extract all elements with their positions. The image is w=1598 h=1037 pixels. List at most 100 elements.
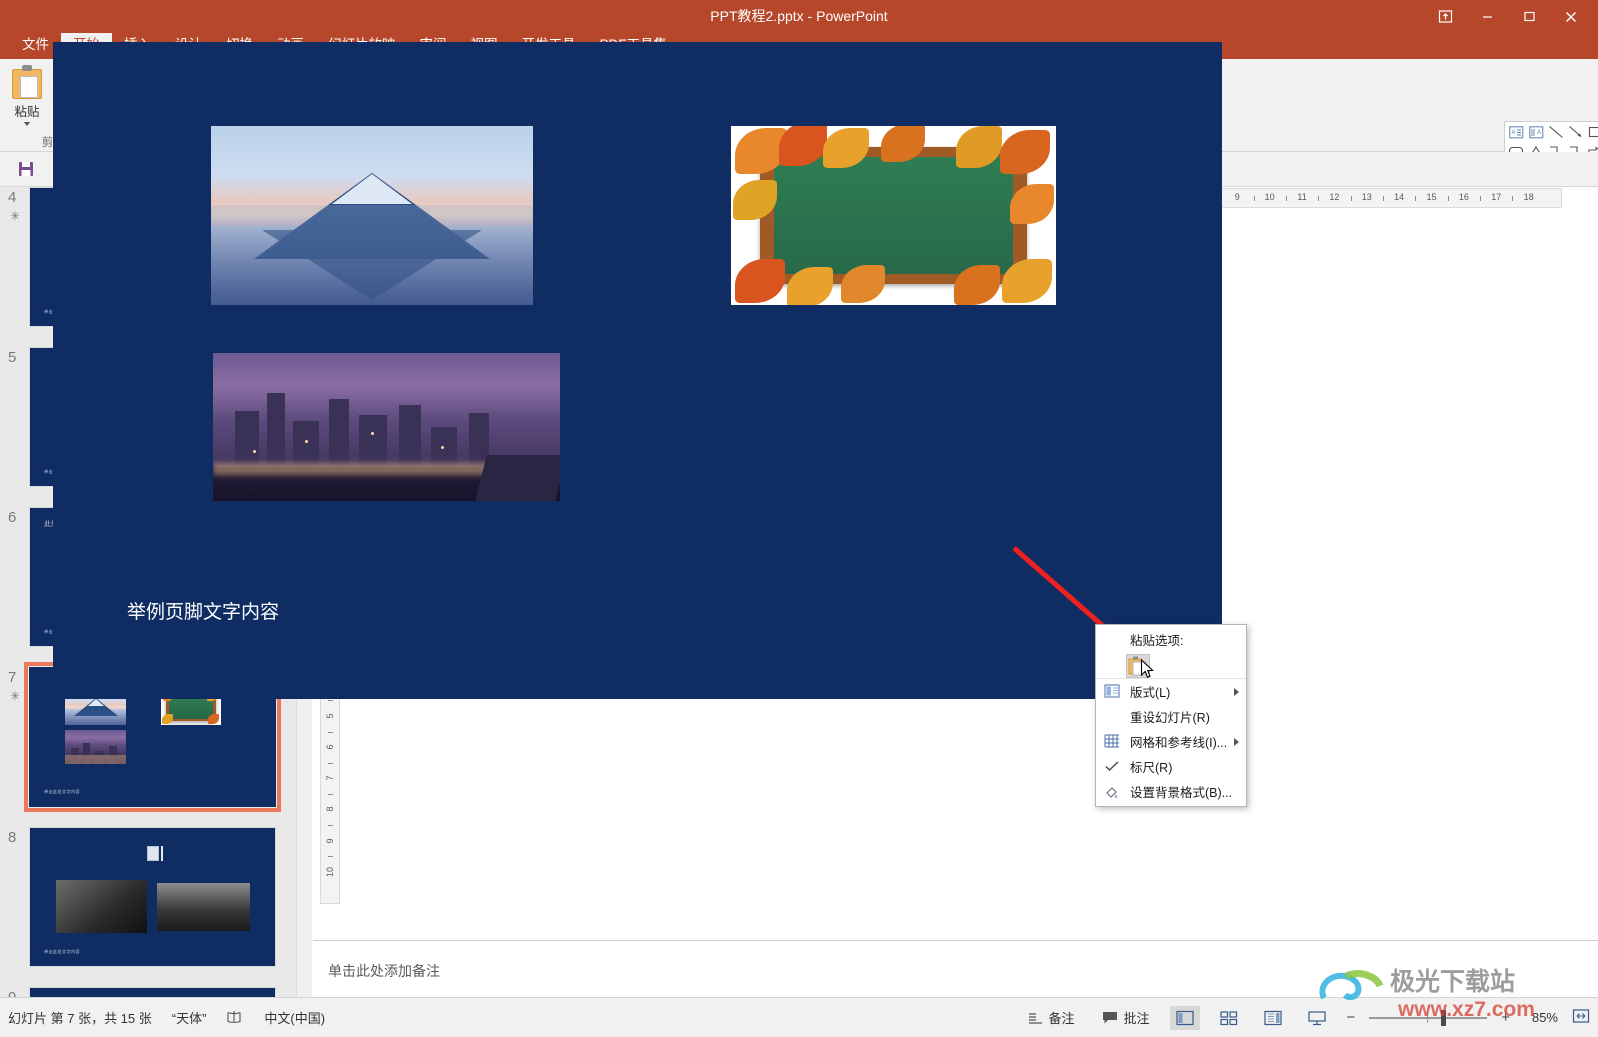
zoom-level-label[interactable]: 85%	[1524, 1010, 1558, 1025]
zoom-out-button[interactable]: −	[1346, 1009, 1355, 1026]
slide-footer-text[interactable]: 举例页脚文字内容	[127, 597, 279, 624]
paste-label: 粘贴	[14, 105, 40, 119]
notes-icon	[1029, 1012, 1043, 1024]
context-menu-item-grid-and-guides[interactable]: 网格和参考线(I)...	[1096, 729, 1246, 754]
ribbon-display-options-icon[interactable]	[1424, 0, 1466, 33]
ruler-tick-mark	[1480, 196, 1482, 201]
mountain-lake-photo[interactable]	[211, 126, 533, 305]
rectangle-shape-icon[interactable]	[1587, 123, 1598, 141]
vertical-text-box-shape-icon[interactable]: A	[1527, 123, 1545, 141]
slide-show-view-button[interactable]	[1302, 1006, 1332, 1030]
minimize-icon[interactable]	[1466, 0, 1508, 33]
accessibility-checker-icon[interactable]	[226, 1009, 244, 1027]
chalkboard-surface	[773, 156, 1014, 275]
animation-star-icon: ✳	[10, 209, 21, 223]
close-icon[interactable]	[1550, 0, 1592, 33]
ruler-tick-label: 14	[1394, 192, 1405, 202]
text-box-shape-icon[interactable]: A	[1507, 123, 1525, 141]
ruler-tick-mark	[1447, 196, 1449, 201]
thumbnail-number: 4	[8, 189, 17, 206]
ruler-tick-mark	[328, 825, 333, 827]
thumbnail-item-9[interactable]: 9	[0, 987, 296, 997]
line-shape-icon[interactable]	[1547, 123, 1565, 141]
context-menu-header: 粘贴选项:	[1130, 634, 1184, 648]
city-night-photo[interactable]	[213, 353, 560, 501]
layout-icon	[1104, 683, 1120, 700]
thumbnail-footer: 单击此处文字内容	[44, 949, 80, 954]
animation-star-icon: ✳	[10, 689, 21, 703]
submenu-arrow-icon	[1234, 687, 1239, 696]
ruler-tick-mark	[1350, 196, 1352, 201]
chalkboard-autumn-photo[interactable]	[731, 126, 1056, 305]
thumbnail-slide[interactable]: 单击此处文字内容	[29, 827, 276, 967]
grid-icon	[1104, 734, 1120, 750]
ruler-tick-label: 18	[1523, 192, 1534, 202]
thumbnail-number: 9	[8, 989, 16, 997]
ruler-tick-mark	[328, 762, 333, 764]
context-menu-item-reset-slide[interactable]: 重设幻灯片(R)	[1096, 704, 1246, 729]
ruler-tick-mark	[1512, 196, 1514, 201]
context-menu-item-label: 网格和参考线(I)...	[1130, 736, 1228, 750]
maximize-icon[interactable]	[1508, 0, 1550, 33]
svg-text:A: A	[1511, 130, 1515, 136]
thumbnail-number: 7	[8, 669, 17, 686]
paste-button[interactable]: 粘贴	[4, 61, 50, 137]
context-menu-item-layout[interactable]: 版式(L)	[1096, 679, 1246, 704]
ruler-tick-label: 13	[1361, 192, 1372, 202]
reading-view-icon	[1264, 1010, 1283, 1025]
arrow-shape-icon[interactable]	[1567, 123, 1585, 141]
window-title: PPT教程2.pptx - PowerPoint	[710, 8, 888, 24]
notes-pane[interactable]: 单击此处添加备注	[313, 940, 1598, 997]
ruler-tick-label: 10	[1264, 192, 1275, 202]
comment-icon	[1103, 1011, 1118, 1023]
ruler-tick-mark	[1285, 196, 1287, 201]
ruler-tick-mark	[328, 856, 333, 858]
ruler-tick-label: 6	[325, 744, 335, 750]
status-bar-right: 备注 批注 − + 85%	[1021, 1005, 1590, 1030]
ruler-tick-label: 12	[1329, 192, 1340, 202]
theme-name-label: “天体”	[171, 1011, 207, 1026]
language-label[interactable]: 中文(中国)	[264, 1008, 325, 1027]
context-menu-item-label: 重设幻灯片(R)	[1130, 711, 1210, 725]
ruler-tick-mark	[328, 731, 333, 733]
normal-view-icon	[1176, 1010, 1195, 1025]
ruler-tick-label: 15	[1426, 192, 1437, 202]
slide-sorter-view-button[interactable]	[1214, 1006, 1244, 1030]
ruler-tick-mark	[328, 793, 333, 795]
context-menu-item-label: 标尺(R)	[1130, 761, 1173, 775]
background-format-icon	[1104, 784, 1120, 800]
slide-info-label: 幻灯片 第 7 张，共 15 张	[8, 1011, 152, 1026]
ruler-tick-label: 9	[1234, 192, 1240, 202]
slide-show-icon	[1308, 1010, 1327, 1025]
comments-button[interactable]: 批注	[1095, 1005, 1156, 1030]
context-menu-item-format-background[interactable]: 设置背景格式(B)...	[1096, 779, 1246, 804]
submenu-arrow-icon	[1234, 737, 1239, 746]
thumbnail-number: 6	[8, 509, 17, 526]
normal-view-button[interactable]	[1170, 1005, 1201, 1030]
ruler-tick-mark	[1382, 196, 1384, 201]
comments-button-label: 批注	[1123, 1011, 1150, 1026]
thumbnail-number: 8	[8, 829, 17, 846]
thumbnail-slide[interactable]	[29, 987, 276, 997]
paste-options-row	[1096, 653, 1246, 679]
zoom-in-button[interactable]: +	[1501, 1009, 1510, 1026]
ruler-tick-label: 10	[325, 866, 335, 877]
thumbnail-item-8[interactable]: 8 单击此处文字内容	[0, 827, 296, 987]
ruler-tick-mark	[1415, 196, 1417, 201]
context-menu-item-label: 版式(L)	[1130, 686, 1171, 700]
chalkboard-frame	[760, 147, 1027, 284]
svg-text:A: A	[1537, 130, 1541, 136]
zoom-slider[interactable]	[1369, 1009, 1488, 1026]
context-menu-item-ruler[interactable]: 标尺(R)	[1096, 754, 1246, 779]
reading-view-button[interactable]	[1258, 1006, 1288, 1030]
mouse-cursor-icon	[1140, 659, 1154, 678]
paste-icon	[12, 65, 42, 99]
notes-button[interactable]: 备注	[1021, 1005, 1081, 1030]
ruler-tick-mark	[1318, 196, 1320, 201]
zoom-slider-thumb[interactable]	[1441, 1009, 1447, 1026]
fit-to-window-icon[interactable]	[1572, 1008, 1590, 1027]
paste-context-menu[interactable]: 粘贴选项: 版式(L) 重设幻灯片(R) 网格和参考线(I)... 标尺(R) …	[1095, 624, 1247, 807]
save-icon[interactable]	[12, 156, 40, 182]
ruler-tick-label: 16	[1458, 192, 1469, 202]
thumbnail-number: 5	[8, 349, 17, 366]
